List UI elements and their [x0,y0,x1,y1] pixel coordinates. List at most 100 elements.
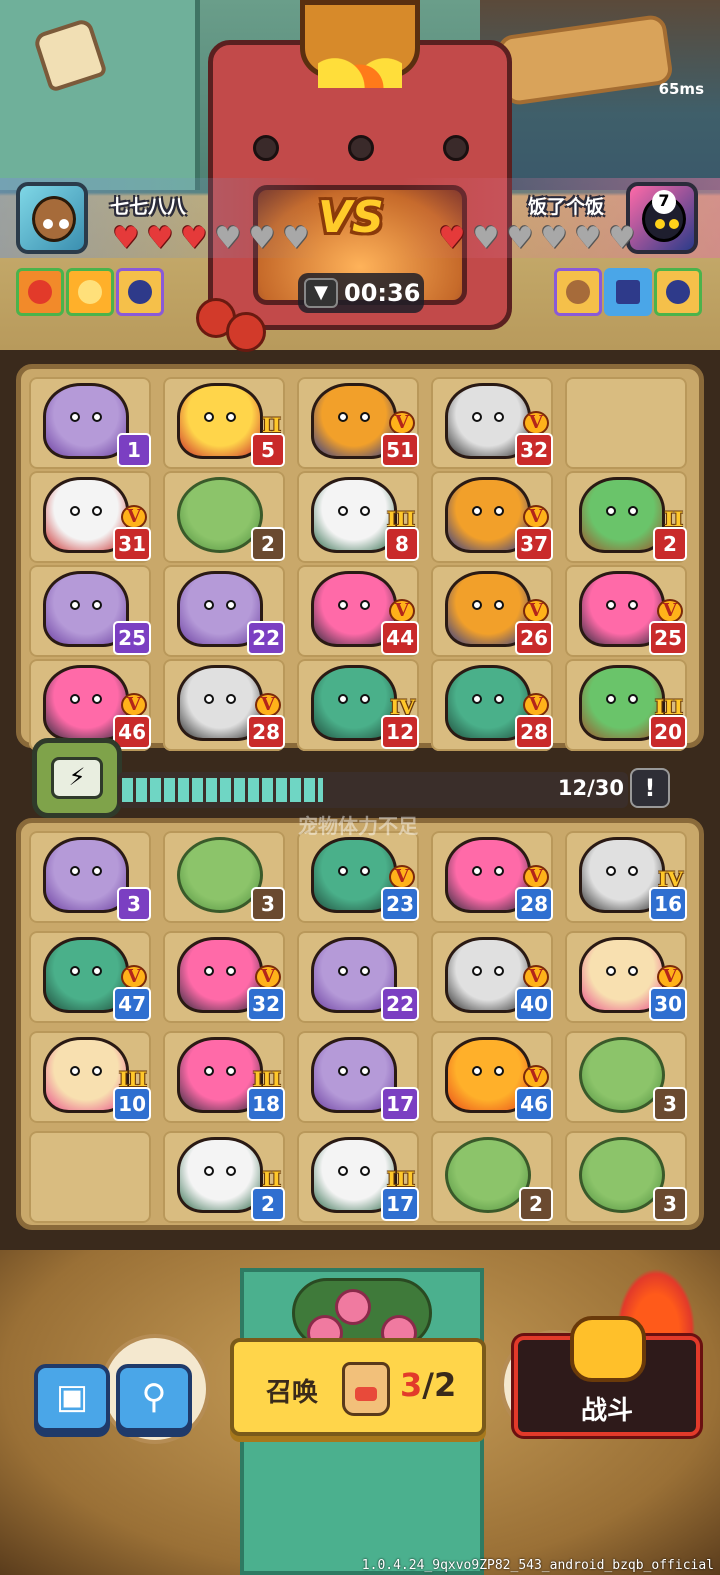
player-hearts: ♥ ♥ ♥ ♥ ♥ ♥ [110,224,312,254]
toast-magnet [32,17,108,93]
pet-unit-green-knight[interactable]: V 23 [297,831,421,923]
level-badge: 30 [649,987,687,1021]
pet-unit-phoenix[interactable]: V 46 [431,1031,555,1123]
pet-unit-cat-guard[interactable]: II 2 [163,1131,287,1223]
summon-button[interactable]: 召唤 3/2 [230,1338,486,1436]
pet-unit-witch[interactable]: 25 [29,565,153,657]
eye [204,966,214,976]
pet-unit-witch[interactable]: 22 [297,931,421,1023]
player-avatar[interactable] [16,182,88,254]
opponent-heart-icon: ♥ [438,221,466,256]
rank-badge: V [389,411,415,435]
pet-unit-spiky-robot[interactable]: V 32 [431,377,555,469]
eye [360,1066,370,1076]
buff-pet-icon[interactable] [116,268,164,316]
eye [338,694,348,704]
opponent-heart-icon: ♥ [506,221,534,256]
pet-unit-fox-hero[interactable]: V 37 [431,471,555,563]
avatar-eye [669,219,679,229]
pet-unit-pink-cat[interactable]: III 18 [163,1031,287,1123]
pet-unit-ninja[interactable]: V 31 [29,471,153,563]
eye [606,694,616,704]
rank-badge: V [523,411,549,435]
pet-unit-witch[interactable]: 3 [29,831,153,923]
pet-unit-spiky-robot[interactable]: V 28 [163,659,287,751]
buff-core [128,280,152,304]
eye [494,694,504,704]
pet-unit-lady[interactable]: III 10 [29,1031,153,1123]
rank-badge: III [386,1167,415,1191]
player-heart-icon: ♥ [146,221,174,256]
eye [338,412,348,422]
alert-button[interactable]: ! [630,768,670,808]
level-badge: 3 [251,887,285,921]
eye [472,412,482,422]
pet-unit-green-knight[interactable]: V 47 [29,931,153,1023]
pet-unit-turtle[interactable]: III 20 [565,659,689,751]
level-badge: 3 [653,1187,687,1221]
pet-unit-fox-hero[interactable]: V 51 [297,377,421,469]
energy-bar-fill [122,778,323,802]
buff-shield-icon[interactable] [66,268,114,316]
pet-unit-pink-cat[interactable]: V 28 [431,831,555,923]
level-badge: 22 [247,621,285,655]
pet-unit-green-knight[interactable]: V 28 [431,659,555,751]
pet-unit-cat-guard[interactable]: III 8 [297,471,421,563]
level-badge: 32 [247,987,285,1021]
pet-unit-cabbage[interactable]: 3 [565,1131,689,1223]
chat-button[interactable]: ▣ [34,1364,110,1432]
eye [472,866,482,876]
opponent-buff-city-icon[interactable] [604,268,652,316]
board-cell[interactable] [29,1131,151,1223]
buff-fire-icon[interactable] [16,268,64,316]
pet-unit-pink-cat[interactable]: V 32 [163,931,287,1023]
level-badge: 2 [251,1187,285,1221]
pet-unit-cabbage[interactable]: 2 [431,1131,555,1223]
pet-unit-witch[interactable]: 1 [29,377,153,469]
pet-unit-dog-hero[interactable]: II 5 [163,377,287,469]
energy-robot-icon[interactable]: ⚡ [32,738,122,818]
eye [204,1166,214,1176]
rank-badge: V [523,965,549,989]
fight-button[interactable]: 战斗 [514,1316,700,1436]
pet-unit-spiky-robot[interactable]: V 40 [431,931,555,1023]
eye [360,506,370,516]
rank-badge: V [121,693,147,717]
timer-text: 00:36 [344,279,421,307]
pet-unit-pink-cat[interactable]: V 25 [565,565,689,657]
pet-unit-cabbage[interactable]: 3 [565,1031,689,1123]
eye [360,966,370,976]
eye [628,600,638,610]
eye [70,412,80,422]
pet-unit-pink-cat[interactable]: V 44 [297,565,421,657]
bag-tag [355,1387,377,1401]
pet-unit-fox-hero[interactable]: V 26 [431,565,555,657]
buff-core [666,280,690,304]
energy-bar [118,772,628,808]
eye [92,412,102,422]
pet-unit-green-knight[interactable]: IV 12 [297,659,421,751]
eye [338,1066,348,1076]
buff-core [566,280,590,304]
board-cell[interactable] [565,377,687,469]
opponent-buff-bird-icon[interactable] [654,268,702,316]
pet-unit-turtle[interactable]: II 2 [565,471,689,563]
pet-unit-witch[interactable]: 22 [163,565,287,657]
eye [628,866,638,876]
rank-badge: V [523,1065,549,1089]
pet-unit-cabbage[interactable]: 2 [163,471,287,563]
pet-unit-spiky-robot[interactable]: IV 16 [565,831,689,923]
pet-unit-witch[interactable]: 17 [297,1031,421,1123]
round-timer: ▼ 00:36 [298,273,424,313]
opponent-name: 饭了个饭 [528,196,605,218]
search-button[interactable]: ⚲ [116,1364,192,1432]
player-heart-icon: ♥ [180,221,208,256]
pet-unit-lady[interactable]: V 30 [565,931,689,1023]
rose-decor [335,1289,371,1325]
opponent-buff-pet-icon[interactable] [554,268,602,316]
tomato-decor [226,312,266,352]
pet-unit-cabbage[interactable]: 3 [163,831,287,923]
pet-unit-cat-guard[interactable]: III 17 [297,1131,421,1223]
eye [360,866,370,876]
level-badge: 5 [251,433,285,467]
